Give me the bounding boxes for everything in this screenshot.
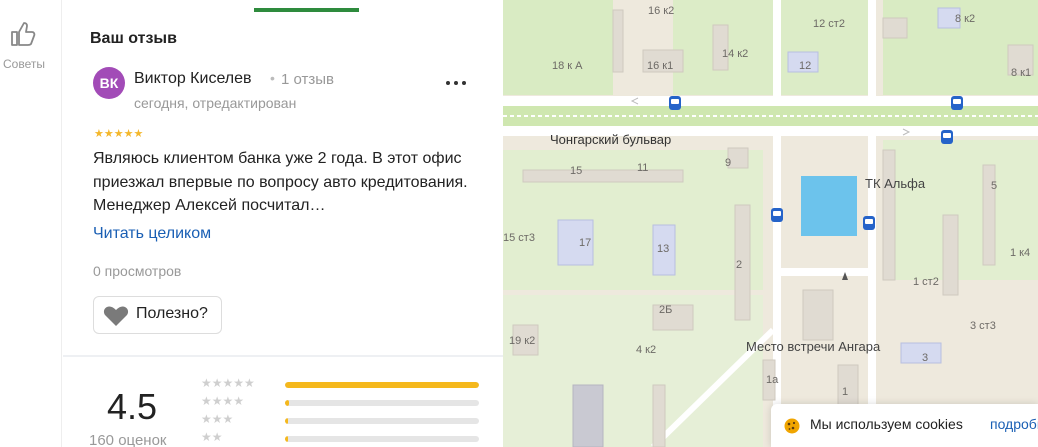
row-stars: ★★ bbox=[201, 430, 223, 444]
building-label: 4 к2 bbox=[636, 344, 657, 356]
views-count: 0 просмотров bbox=[93, 263, 182, 279]
distribution-bar-fill bbox=[285, 418, 288, 424]
useful-label: Полезно? bbox=[136, 305, 208, 322]
distribution-bar bbox=[285, 418, 479, 424]
review-text: Являюсь клиентом банка уже 2 года. В это… bbox=[93, 150, 468, 214]
bus-stop-icon[interactable] bbox=[771, 208, 783, 222]
thumbs-up-icon bbox=[11, 22, 36, 46]
author-name[interactable]: Виктор Киселев bbox=[134, 70, 252, 88]
building-label: 2 bbox=[736, 259, 743, 271]
dot-icon bbox=[462, 81, 466, 85]
heart-icon bbox=[103, 306, 129, 326]
building-label: 1а bbox=[766, 374, 779, 386]
read-more-link[interactable]: Читать целиком bbox=[93, 225, 211, 243]
building-label: 12 bbox=[799, 60, 812, 72]
active-tab-indicator bbox=[254, 8, 359, 12]
distribution-bar bbox=[285, 382, 479, 388]
building-label: 1 bbox=[842, 386, 849, 398]
building-label: 15 ст3 bbox=[503, 232, 535, 244]
section-divider bbox=[63, 355, 503, 357]
building-label: 13 bbox=[657, 243, 670, 255]
review-stars: ★★★★★ bbox=[94, 128, 144, 140]
separator-dot: • bbox=[270, 70, 275, 86]
useful-button[interactable]: Полезно? bbox=[93, 296, 222, 334]
bus-stop-icon[interactable] bbox=[951, 96, 963, 110]
building-label: 3 ст3 bbox=[970, 320, 996, 332]
review-date: сегодня, отредактирован bbox=[134, 95, 297, 111]
distribution-bar-fill bbox=[285, 400, 289, 406]
rating-distribution-row: ★★★ bbox=[201, 412, 481, 428]
building-label: 8 к2 bbox=[955, 13, 976, 25]
cookie-icon bbox=[784, 418, 800, 434]
overall-rating: 4.5 bbox=[107, 386, 158, 427]
building-label: 11 bbox=[637, 162, 649, 174]
building-label: 9 bbox=[725, 157, 732, 169]
building-label: 1 к4 bbox=[1010, 247, 1031, 259]
building-label: 18 к А bbox=[552, 60, 583, 72]
building-label: 1 ст2 bbox=[913, 276, 939, 288]
row-stars: ★★★★★ bbox=[201, 376, 255, 390]
building-label: 16 к1 bbox=[647, 60, 674, 72]
bus-stop-icon[interactable] bbox=[863, 216, 875, 230]
row-stars: ★★★ bbox=[201, 412, 234, 426]
building-label: 17 bbox=[579, 237, 592, 249]
distribution-bar bbox=[285, 436, 479, 442]
author-review-count: 1 отзыв bbox=[281, 71, 335, 88]
left-rail: Советы bbox=[0, 0, 62, 447]
cookie-text: Мы используем cookies bbox=[810, 416, 963, 432]
cookie-banner: Мы используем cookies подробнее bbox=[771, 404, 1038, 447]
distribution-bar-fill bbox=[285, 436, 288, 442]
rating-distribution-row: ★★ bbox=[201, 430, 481, 446]
building-label: 14 к2 bbox=[722, 48, 749, 60]
building-label: 2Б bbox=[659, 304, 673, 316]
rating-distribution-row: ★★★★ bbox=[201, 394, 481, 410]
poi-label-tk[interactable]: ТК Альфа bbox=[865, 176, 925, 191]
building-label: 19 к2 bbox=[509, 335, 536, 347]
rating-distribution-row: ★★★★★ bbox=[201, 376, 481, 392]
bus-stop-icon[interactable] bbox=[941, 130, 953, 144]
distribution-bar bbox=[285, 400, 479, 406]
building-label: 15 bbox=[570, 165, 583, 177]
review-panel: Ваш отзыв ВК Виктор Киселев • 1 отзыв се… bbox=[63, 0, 503, 447]
more-options-button[interactable] bbox=[446, 74, 468, 90]
poi-label-meeting[interactable]: Место встречи Ангара bbox=[746, 339, 880, 354]
row-stars: ★★★★ bbox=[201, 394, 245, 408]
dot-icon bbox=[446, 81, 450, 85]
dot-icon bbox=[454, 81, 458, 85]
distribution-bar-fill bbox=[285, 382, 479, 388]
avatar[interactable]: ВК bbox=[93, 67, 125, 99]
rating-count: 160 оценок bbox=[89, 432, 167, 447]
building-label: 3 bbox=[922, 352, 929, 364]
cookie-more-link[interactable]: подробнее bbox=[990, 416, 1038, 432]
map-view[interactable]: Чонгарский бульвар ТК Альфа Место встреч… bbox=[503, 0, 1038, 447]
tips-label: Советы bbox=[3, 57, 45, 71]
building-label: 8 к1 bbox=[1011, 67, 1032, 79]
building-label: 5 bbox=[991, 180, 998, 192]
bus-stop-icon[interactable] bbox=[669, 96, 681, 110]
street-label: Чонгарский бульвар bbox=[550, 132, 672, 147]
section-title: Ваш отзыв bbox=[90, 30, 177, 47]
building-label: 12 ст2 bbox=[813, 18, 845, 30]
building-label: 16 к2 bbox=[648, 5, 675, 17]
